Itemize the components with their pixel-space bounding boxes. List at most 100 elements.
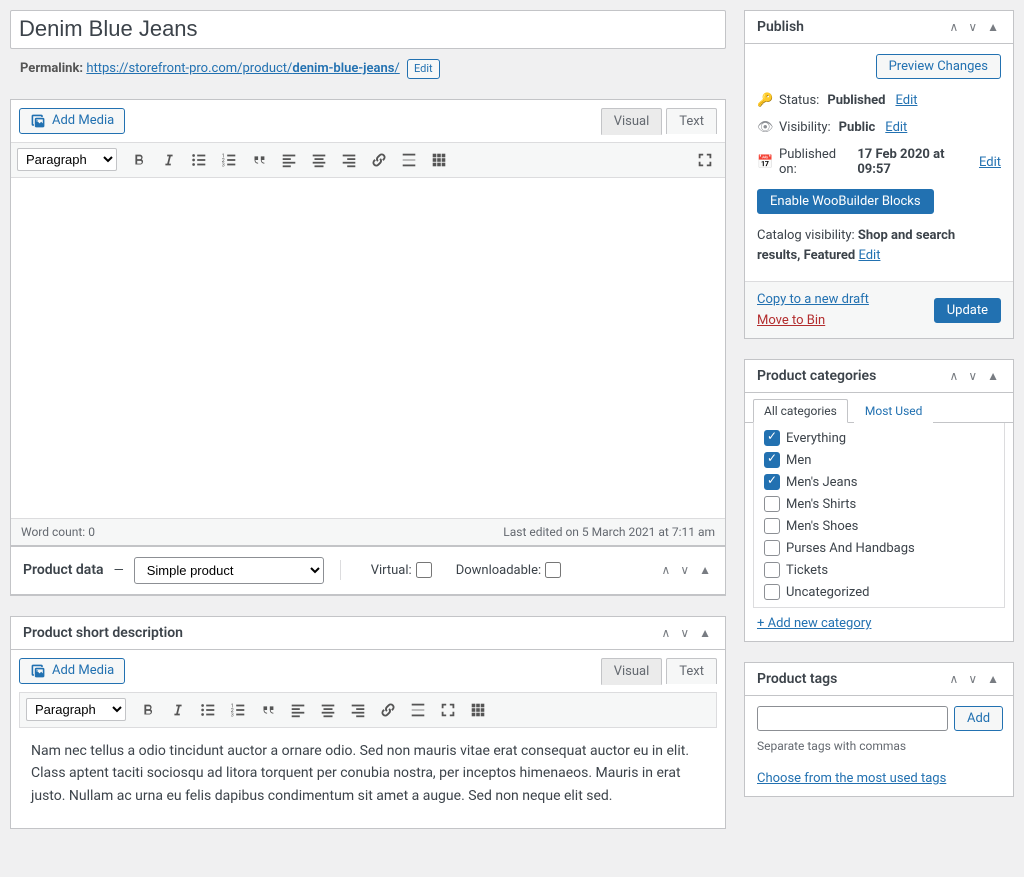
categories-panel: Product categories ∧ ∨ ▲ All categories … (744, 359, 1014, 642)
category-item[interactable]: Purses And Handbags (754, 537, 1004, 559)
chevron-up-icon[interactable]: ∧ (660, 626, 673, 640)
add-tag-button[interactable]: Add (954, 706, 1003, 731)
read-more-icon[interactable] (395, 146, 423, 174)
editor-body[interactable] (11, 178, 725, 518)
chevron-up-icon[interactable]: ∧ (948, 672, 961, 686)
chevron-up-icon[interactable]: ∧ (948, 369, 961, 383)
triangle-up-icon[interactable]: ▲ (697, 626, 713, 640)
title-input[interactable] (19, 14, 717, 45)
title-wrap (10, 10, 726, 49)
format-select[interactable]: Paragraph (17, 148, 117, 171)
short-tab-visual[interactable]: Visual (601, 658, 663, 685)
catalog-edit-link[interactable]: Edit (858, 248, 880, 263)
category-item[interactable]: Men's Shirts (754, 493, 1004, 515)
publish-panel: Publish ∧ ∨ ▲ Preview Changes 🔑 Status: … (744, 10, 1014, 339)
align-center-icon[interactable] (305, 146, 333, 174)
short-format-select[interactable]: Paragraph (26, 698, 126, 721)
eye-icon: 👁 (757, 120, 773, 135)
link-icon[interactable] (374, 696, 402, 724)
bold-icon[interactable] (134, 696, 162, 724)
link-icon[interactable] (365, 146, 393, 174)
svg-text:3: 3 (222, 162, 225, 168)
tab-most-used[interactable]: Most Used (854, 399, 934, 423)
choose-tags-link[interactable]: Choose from the most used tags (757, 771, 946, 786)
main-editor: Add Media Visual Text Paragraph 123 (10, 99, 726, 546)
chevron-up-icon[interactable]: ∧ (660, 563, 673, 577)
tags-panel: Product tags ∧ ∨ ▲ Add Separate tags wit… (744, 662, 1014, 797)
permalink-link[interactable]: https://storefront-pro.com/product/denim… (86, 61, 399, 76)
permalink-edit-button[interactable]: Edit (407, 59, 440, 79)
chevron-down-icon[interactable]: ∨ (966, 672, 979, 686)
fullscreen-icon[interactable] (434, 696, 462, 724)
blockquote-icon[interactable] (245, 146, 273, 174)
short-editor-body[interactable]: Nam nec tellus a odio tincidunt auctor a… (19, 728, 717, 828)
fullscreen-icon[interactable] (691, 146, 719, 174)
read-more-icon[interactable] (404, 696, 432, 724)
categories-title: Product categories (757, 368, 876, 384)
chevron-down-icon[interactable]: ∨ (678, 626, 691, 640)
virtual-checkbox[interactable]: Virtual: (371, 562, 432, 578)
category-item[interactable]: Men's Jeans (754, 471, 1004, 493)
copy-draft-link[interactable]: Copy to a new draft (757, 292, 869, 307)
short-desc-title: Product short description (23, 625, 183, 641)
media-icon (30, 663, 46, 679)
italic-icon[interactable] (164, 696, 192, 724)
chevron-down-icon[interactable]: ∨ (966, 369, 979, 383)
product-type-select[interactable]: Simple product (134, 557, 324, 584)
align-center-icon[interactable] (314, 696, 342, 724)
product-data-panel: Product data — Simple product Virtual: D… (10, 546, 726, 596)
tab-visual[interactable]: Visual (601, 108, 663, 135)
number-list-icon[interactable]: 123 (224, 696, 252, 724)
chevron-down-icon[interactable]: ∨ (966, 20, 979, 34)
toolbar-toggle-icon[interactable] (464, 696, 492, 724)
number-list-icon[interactable]: 123 (215, 146, 243, 174)
bold-icon[interactable] (125, 146, 153, 174)
enable-woobuilder-button[interactable]: Enable WooBuilder Blocks (757, 189, 934, 214)
permalink-label: Permalink: (20, 61, 83, 76)
published-edit-link[interactable]: Edit (979, 155, 1001, 170)
category-item[interactable]: Men's Shoes (754, 515, 1004, 537)
category-item[interactable]: Tickets (754, 559, 1004, 581)
tag-input[interactable] (757, 706, 948, 731)
triangle-up-icon[interactable]: ▲ (985, 672, 1001, 686)
category-item[interactable]: Men (754, 449, 1004, 471)
preview-button[interactable]: Preview Changes (876, 54, 1001, 79)
align-right-icon[interactable] (335, 146, 363, 174)
tab-text[interactable]: Text (666, 108, 717, 134)
add-media-button[interactable]: Add Media (19, 108, 125, 134)
short-description-panel: Product short description ∧ ∨ ▲ Add Medi… (10, 616, 726, 829)
italic-icon[interactable] (155, 146, 183, 174)
chevron-down-icon[interactable]: ∨ (678, 563, 691, 577)
short-tab-text[interactable]: Text (666, 658, 717, 684)
bullet-list-icon[interactable] (185, 146, 213, 174)
triangle-up-icon[interactable]: ▲ (697, 563, 713, 577)
category-list: EverythingMenMen's JeansMen's ShirtsMen'… (753, 423, 1005, 608)
svg-text:3: 3 (231, 712, 234, 718)
toolbar-toggle-icon[interactable] (425, 146, 453, 174)
editor-status-bar: Word count: 0 Last edited on 5 March 202… (11, 518, 725, 545)
media-icon (30, 113, 46, 129)
tag-hint: Separate tags with commas (757, 731, 1001, 753)
status-edit-link[interactable]: Edit (895, 93, 917, 108)
tab-all-categories[interactable]: All categories (753, 399, 848, 423)
editor-toolbar: Paragraph 123 (11, 142, 725, 178)
publish-title: Publish (757, 19, 804, 35)
add-category-link[interactable]: + Add new category (757, 616, 871, 631)
chevron-up-icon[interactable]: ∧ (948, 20, 961, 34)
triangle-up-icon[interactable]: ▲ (985, 369, 1001, 383)
triangle-up-icon[interactable]: ▲ (985, 20, 1001, 34)
align-right-icon[interactable] (344, 696, 372, 724)
category-item[interactable]: Uncategorized (754, 581, 1004, 603)
move-bin-link[interactable]: Move to Bin (757, 313, 869, 328)
align-left-icon[interactable] (275, 146, 303, 174)
short-add-media-button[interactable]: Add Media (19, 658, 125, 684)
blockquote-icon[interactable] (254, 696, 282, 724)
downloadable-checkbox[interactable]: Downloadable: (456, 562, 561, 578)
category-item[interactable]: Everything (754, 427, 1004, 449)
bullet-list-icon[interactable] (194, 696, 222, 724)
visibility-edit-link[interactable]: Edit (885, 120, 907, 135)
align-left-icon[interactable] (284, 696, 312, 724)
update-button[interactable]: Update (934, 298, 1001, 323)
editor-tabs: Visual Text (597, 108, 717, 134)
permalink-row: Permalink: https://storefront-pro.com/pr… (10, 49, 726, 81)
